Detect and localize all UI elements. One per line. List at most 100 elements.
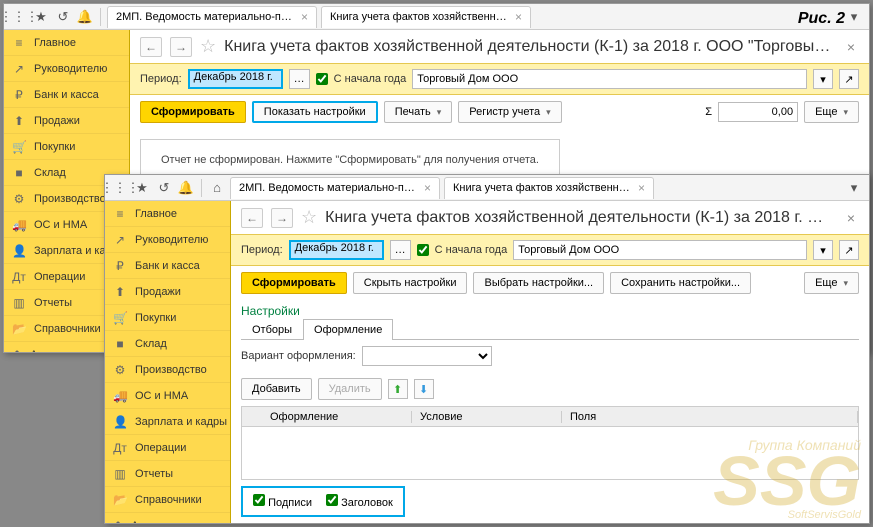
period-picker-button[interactable]: … xyxy=(289,69,310,89)
bell-icon[interactable]: 🔔 xyxy=(177,179,195,197)
sidebar-item-manager[interactable]: ↗Руководителю xyxy=(105,227,230,253)
grid-header: Оформление Условие Поля xyxy=(241,406,859,427)
apps-icon[interactable]: ⋮⋮⋮ xyxy=(111,179,129,197)
tab-label: 2МП. Ведомость материально-про… xyxy=(239,182,418,194)
sidebar-item-main[interactable]: ≡Главное xyxy=(4,30,129,56)
sidebar-item-purchases[interactable]: 🛒Покупки xyxy=(105,305,230,331)
sidebar-item-sales[interactable]: ⬆Продажи xyxy=(4,108,129,134)
period-input[interactable]: Декабрь 2018 г. xyxy=(188,69,283,89)
save-settings-button[interactable]: Сохранить настройки... xyxy=(610,272,751,294)
titlebar: ⋮⋮⋮ ★ ↺ 🔔 2МП. Ведомость материально-про… xyxy=(4,4,869,30)
sidebar-item-bank[interactable]: ₽Банк и касса xyxy=(4,82,129,108)
favorite-icon[interactable]: ☆ xyxy=(301,207,317,228)
add-button[interactable]: Добавить xyxy=(241,378,312,400)
register-button[interactable]: Регистр учета▾ xyxy=(458,101,561,123)
star-icon[interactable]: ★ xyxy=(32,8,50,26)
page-title: Книга учета фактов хозяйственной деятель… xyxy=(224,38,835,56)
org-dropdown-button[interactable]: ▾ xyxy=(813,240,833,260)
dropdown-icon[interactable]: ▾ xyxy=(845,8,863,26)
star-icon[interactable]: ★ xyxy=(133,179,151,197)
titlebar: ⋮⋮⋮ ★ ↺ 🔔 ⌂ 2МП. Ведомость материально-п… xyxy=(105,175,869,201)
period-input[interactable]: Декабрь 2018 г. xyxy=(289,240,384,260)
period-bar: Период: Декабрь 2018 г. … С начала года … xyxy=(231,234,869,266)
sidebar-item-salary[interactable]: 👤Зарплата и кадры xyxy=(105,409,230,435)
sidebar-item-catalogs[interactable]: 📂Справочники xyxy=(105,487,230,513)
history-icon[interactable]: ↺ xyxy=(54,8,72,26)
org-dropdown-button[interactable]: ▾ xyxy=(813,69,833,89)
year-start-checkbox[interactable] xyxy=(417,244,429,256)
sidebar-item-operations[interactable]: ДтОперации xyxy=(105,435,230,461)
signatures-checkbox[interactable]: Подписи xyxy=(253,494,312,509)
page-title: Книга учета фактов хозяйственной деятель… xyxy=(325,209,835,227)
toolbar: Сформировать Показать настройки Печать▾ … xyxy=(130,95,869,129)
tab-2[interactable]: Книга учета фактов хозяйственной… × xyxy=(444,177,654,199)
sidebar-item-assets[interactable]: 🚚ОС и НМА xyxy=(105,383,230,409)
tab-filters[interactable]: Отборы xyxy=(241,319,303,340)
tab-label: 2МП. Ведомость материально-произво… xyxy=(116,11,295,23)
close-icon[interactable]: × xyxy=(638,181,645,195)
year-start-label: С начала года xyxy=(435,244,508,256)
period-label: Период: xyxy=(241,244,283,256)
tab-1[interactable]: 2МП. Ведомость материально-про… × xyxy=(230,177,440,199)
print-button[interactable]: Печать▾ xyxy=(384,101,453,123)
year-start-checkbox[interactable] xyxy=(316,73,328,85)
variant-select[interactable] xyxy=(362,346,492,366)
show-settings-button[interactable]: Показать настройки xyxy=(252,101,378,123)
history-icon[interactable]: ↺ xyxy=(155,179,173,197)
bell-icon[interactable]: 🔔 xyxy=(76,8,94,26)
favorite-icon[interactable]: ☆ xyxy=(200,36,216,57)
form-button[interactable]: Сформировать xyxy=(241,272,347,294)
toolbar: Сформировать Скрыть настройки Выбрать на… xyxy=(231,266,869,300)
col-fields: Поля xyxy=(562,411,858,423)
sidebar-item-purchases[interactable]: 🛒Покупки xyxy=(4,134,129,160)
period-label: Период: xyxy=(140,73,182,85)
window-2: ⋮⋮⋮ ★ ↺ 🔔 ⌂ 2МП. Ведомость материально-п… xyxy=(104,174,870,524)
more-button[interactable]: Еще▾ xyxy=(804,272,859,294)
form-button[interactable]: Сформировать xyxy=(140,101,246,123)
org-open-button[interactable]: ↗ xyxy=(839,69,859,89)
tab-design[interactable]: Оформление xyxy=(303,319,393,340)
sidebar-item-manager[interactable]: ↗Руководителю xyxy=(4,56,129,82)
dropdown-icon[interactable]: ▾ xyxy=(845,179,863,197)
delete-button[interactable]: Удалить xyxy=(318,378,382,400)
forward-button[interactable]: → xyxy=(170,37,192,57)
hide-settings-button[interactable]: Скрыть настройки xyxy=(353,272,468,294)
grid-body[interactable] xyxy=(241,427,859,480)
close-button[interactable]: × xyxy=(843,39,859,55)
more-button[interactable]: Еще▾ xyxy=(804,101,859,123)
close-icon[interactable]: × xyxy=(424,181,431,195)
year-start-label: С начала года xyxy=(334,73,407,85)
col-condition: Условие xyxy=(412,411,562,423)
close-button[interactable]: × xyxy=(843,210,859,226)
sidebar-item-sales[interactable]: ⬆Продажи xyxy=(105,279,230,305)
tab-2[interactable]: Книга учета фактов хозяйственной дея… × xyxy=(321,6,531,28)
apps-icon[interactable]: ⋮⋮⋮ xyxy=(10,8,28,26)
header-checkbox[interactable]: Заголовок xyxy=(326,494,393,509)
sum-input[interactable] xyxy=(718,102,798,122)
back-button[interactable]: ← xyxy=(241,208,263,228)
sidebar: ≡Главное ↗Руководителю ₽Банк и касса ⬆Пр… xyxy=(105,201,231,523)
sidebar-item-warehouse[interactable]: ■Склад xyxy=(105,331,230,357)
organization-input[interactable] xyxy=(412,69,807,89)
close-icon[interactable]: × xyxy=(301,10,308,24)
sidebar-item-production[interactable]: ⚙Производство xyxy=(105,357,230,383)
move-down-icon[interactable]: ⬇ xyxy=(414,379,434,399)
sidebar-item-main[interactable]: ≡Главное xyxy=(105,201,230,227)
forward-button[interactable]: → xyxy=(271,208,293,228)
sidebar-item-bank[interactable]: ₽Банк и касса xyxy=(105,253,230,279)
col-design: Оформление xyxy=(262,411,412,423)
sidebar-item-reports[interactable]: ▥Отчеты xyxy=(105,461,230,487)
home-icon[interactable]: ⌂ xyxy=(208,179,226,197)
back-button[interactable]: ← xyxy=(140,37,162,57)
settings-title: Настройки xyxy=(231,300,869,318)
period-picker-button[interactable]: … xyxy=(390,240,411,260)
sum-sign: Σ xyxy=(705,106,712,118)
tab-1[interactable]: 2МП. Ведомость материально-произво… × xyxy=(107,6,317,28)
tab-label: Книга учета фактов хозяйственной… xyxy=(453,182,632,194)
choose-settings-button[interactable]: Выбрать настройки... xyxy=(473,272,604,294)
organization-input[interactable] xyxy=(513,240,807,260)
close-icon[interactable]: × xyxy=(515,10,522,24)
move-up-icon[interactable]: ⬆ xyxy=(388,379,408,399)
org-open-button[interactable]: ↗ xyxy=(839,240,859,260)
sidebar-item-admin[interactable]: ✿Администрирование xyxy=(105,513,230,523)
